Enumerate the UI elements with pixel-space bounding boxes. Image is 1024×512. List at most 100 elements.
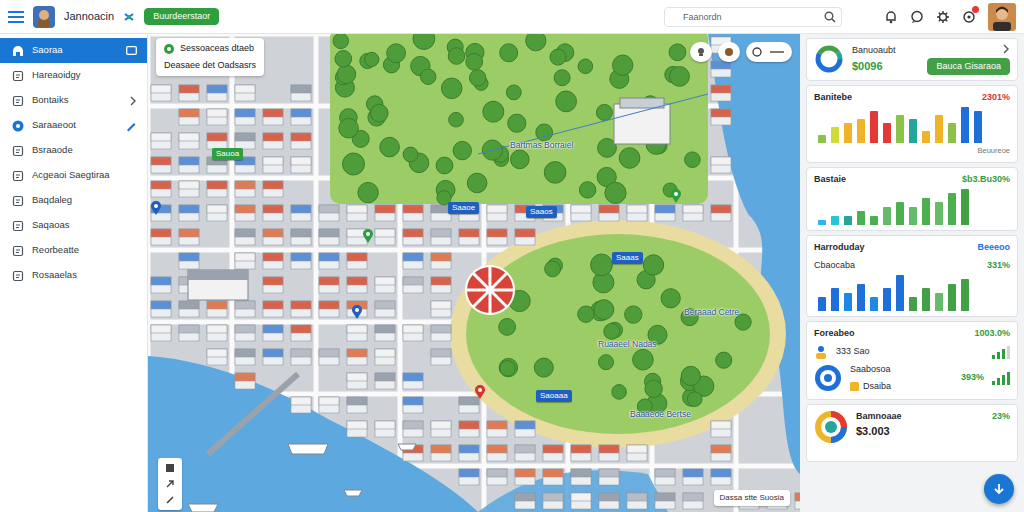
notification-icon[interactable]: [962, 9, 976, 24]
map-pin-icon[interactable]: [150, 200, 162, 215]
bar-fill: [818, 135, 826, 143]
list-row[interactable]: 333 Sao: [814, 345, 1010, 359]
bar-fill: [961, 279, 969, 311]
bell-icon[interactable]: [884, 9, 898, 24]
bar-fill: [844, 216, 852, 225]
sidebar-item[interactable]: Acgeaoi Saegtiraa: [0, 163, 147, 188]
sync-icon[interactable]: [122, 9, 136, 24]
bar-fill: [909, 119, 917, 143]
sidebar-item[interactable]: Bsraaode: [0, 138, 147, 163]
map-pin-icon[interactable]: [351, 304, 363, 319]
chart-bar: [948, 284, 956, 311]
item-label: Saoraa: [32, 43, 118, 57]
map-pin-icon[interactable]: [670, 188, 682, 203]
item-icon: [12, 45, 24, 57]
tag-icon: [850, 382, 859, 391]
list-row[interactable]: SaabosoaDsaiba393%: [814, 363, 1010, 394]
footer-percent: 23%: [992, 410, 1010, 424]
traffic-icon[interactable]: [718, 42, 740, 62]
summary-title: Banuoaubt: [852, 44, 919, 58]
item-icon: [12, 170, 24, 182]
bar-fill: [870, 111, 878, 143]
chart-ring-icon: [814, 410, 848, 456]
chart-bar: [883, 123, 891, 143]
chart-bar: [831, 127, 839, 143]
panel-icon[interactable]: [126, 46, 137, 55]
settings-icon[interactable]: [936, 9, 950, 24]
arrow-icon[interactable]: [165, 479, 175, 489]
bar-fill: [883, 123, 891, 143]
chart-bar: [935, 115, 943, 143]
chart-bar: [974, 111, 982, 143]
chart-value: 2301%: [982, 91, 1010, 105]
map-pin-label[interactable]: Saaas: [612, 252, 643, 264]
signal-meter: [992, 371, 1010, 385]
map-pin-label[interactable]: Saoaaa: [536, 390, 572, 402]
map-info-card[interactable]: Sessoaceas dtaeb Deasaee det Oadsasrs: [156, 38, 264, 76]
bar-fill: [896, 115, 904, 143]
chart-caption: Beuureoe: [814, 145, 1010, 156]
chart-bar: [935, 202, 943, 225]
bar-fill: [857, 119, 865, 143]
view-toggle-icon[interactable]: [746, 42, 792, 62]
chart-card: Banitebe2301%Beuureoe: [806, 85, 1018, 163]
chat-icon[interactable]: [910, 9, 924, 24]
action-button[interactable]: Buurdeerstaor: [144, 8, 219, 25]
map-pin-icon[interactable]: [474, 384, 486, 399]
menu-icon[interactable]: [8, 9, 24, 24]
item-label: Bsraaode: [32, 143, 137, 157]
chart-bar: [896, 115, 904, 143]
sidebar-item[interactable]: Saqaoas: [0, 213, 147, 238]
bar-chart: [814, 107, 1010, 143]
chart-bar: [844, 123, 852, 143]
fab-button[interactable]: [984, 474, 1014, 504]
footer-title: Bamnoaae: [856, 410, 984, 424]
chevron-icon[interactable]: [1002, 44, 1010, 54]
bar-fill: [909, 207, 917, 225]
chart-subheader: Cbaocaba331%: [814, 259, 1010, 273]
sidebar-item[interactable]: Reorbeatte: [0, 238, 147, 263]
sidebar-item[interactable]: Rosaaelas: [0, 263, 147, 288]
chart-bar: [909, 207, 917, 225]
row-text: SaabosoaDsaiba: [850, 363, 953, 394]
summary-button[interactable]: Bauca Gisaraoa: [927, 58, 1010, 75]
bar-fill: [844, 293, 852, 311]
map-pin-label[interactable]: Saaoe: [448, 202, 479, 214]
footer-value: $3.003: [856, 423, 984, 440]
map[interactable]: Sessoaceas dtaeb Deasaee det Oadsasrs Da…: [148, 34, 800, 512]
pen-icon[interactable]: [125, 120, 137, 132]
chevron-icon[interactable]: [129, 96, 137, 106]
map-status-strip: Dassa stte Suosia: [714, 490, 790, 506]
layers-icon[interactable]: [690, 42, 712, 62]
pen-icon[interactable]: [165, 495, 175, 505]
donut-icon: [814, 44, 844, 74]
avatar-icon[interactable]: [988, 3, 1016, 31]
chart-bar: [948, 123, 956, 143]
item-icon: [12, 270, 24, 282]
summary-text: Banuoaubt$0096: [852, 44, 919, 74]
sidebar: Saoraa HareaoidgyBontaiksSaraaeoot Bsraaod…: [0, 34, 148, 512]
map-canvas[interactable]: [148, 34, 800, 512]
chart-bar: [896, 275, 904, 311]
search-input[interactable]: [664, 7, 842, 27]
chart-bar: [922, 288, 930, 311]
area-label: Ruaaeel Nadas: [598, 338, 657, 351]
chart-title: Harroduday: [814, 241, 865, 255]
sidebar-item[interactable]: Hareaoidgy: [0, 63, 147, 88]
chart-value: Beeeoo: [977, 241, 1010, 255]
sidebar-item[interactable]: Baqdaleg: [0, 188, 147, 213]
bar-fill: [870, 297, 878, 311]
square-icon[interactable]: [165, 463, 175, 473]
chart-bar: [818, 135, 826, 143]
chart-bar: [844, 216, 852, 225]
sidebar-item[interactable]: Saraaeoot: [0, 113, 147, 138]
person-icon: [814, 345, 828, 359]
sidebar-item[interactable]: Saoraa: [0, 38, 147, 63]
map-pin-label[interactable]: Saaos: [526, 206, 557, 218]
search-icon[interactable]: [824, 11, 836, 23]
bar-fill: [935, 293, 943, 311]
map-pin-label[interactable]: Sauoa: [212, 148, 243, 160]
map-pin-icon[interactable]: [362, 228, 374, 243]
sidebar-item[interactable]: Bontaiks: [0, 88, 147, 113]
chart-header: Bastaie$b3.Bu30%: [814, 173, 1010, 187]
